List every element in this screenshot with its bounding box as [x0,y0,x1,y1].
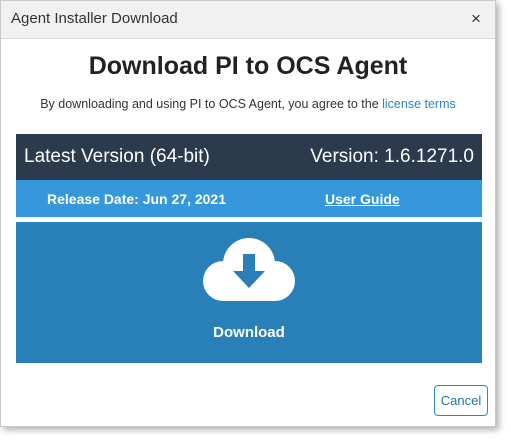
release-bar: Release Date: Jun 27, 2021 User Guide [16,180,482,217]
cloud-download-icon [203,238,295,301]
license-agreement-text: By downloading and using PI to OCS Agent… [1,97,495,111]
dialog-title: Agent Installer Download [11,10,178,27]
close-icon[interactable]: × [467,9,485,29]
user-guide-link[interactable]: User Guide [325,191,400,207]
version-bar: Latest Version (64-bit) Version: 1.6.127… [16,134,482,180]
release-date: Release Date: Jun 27, 2021 [47,191,226,207]
download-label: Download [213,324,285,341]
cancel-button[interactable]: Cancel [434,385,488,416]
dialog-titlebar: Agent Installer Download × [1,1,495,39]
agreement-prefix: By downloading and using PI to OCS Agent… [40,97,383,111]
download-button[interactable]: Download [16,222,482,363]
version-number: Version: 1.6.1271.0 [310,146,474,167]
page-title: Download PI to OCS Agent [88,52,408,80]
license-terms-link[interactable]: license terms [382,97,456,111]
latest-version-label: Latest Version (64-bit) [24,146,210,167]
agent-installer-dialog: Agent Installer Download × Download PI t… [0,0,496,427]
